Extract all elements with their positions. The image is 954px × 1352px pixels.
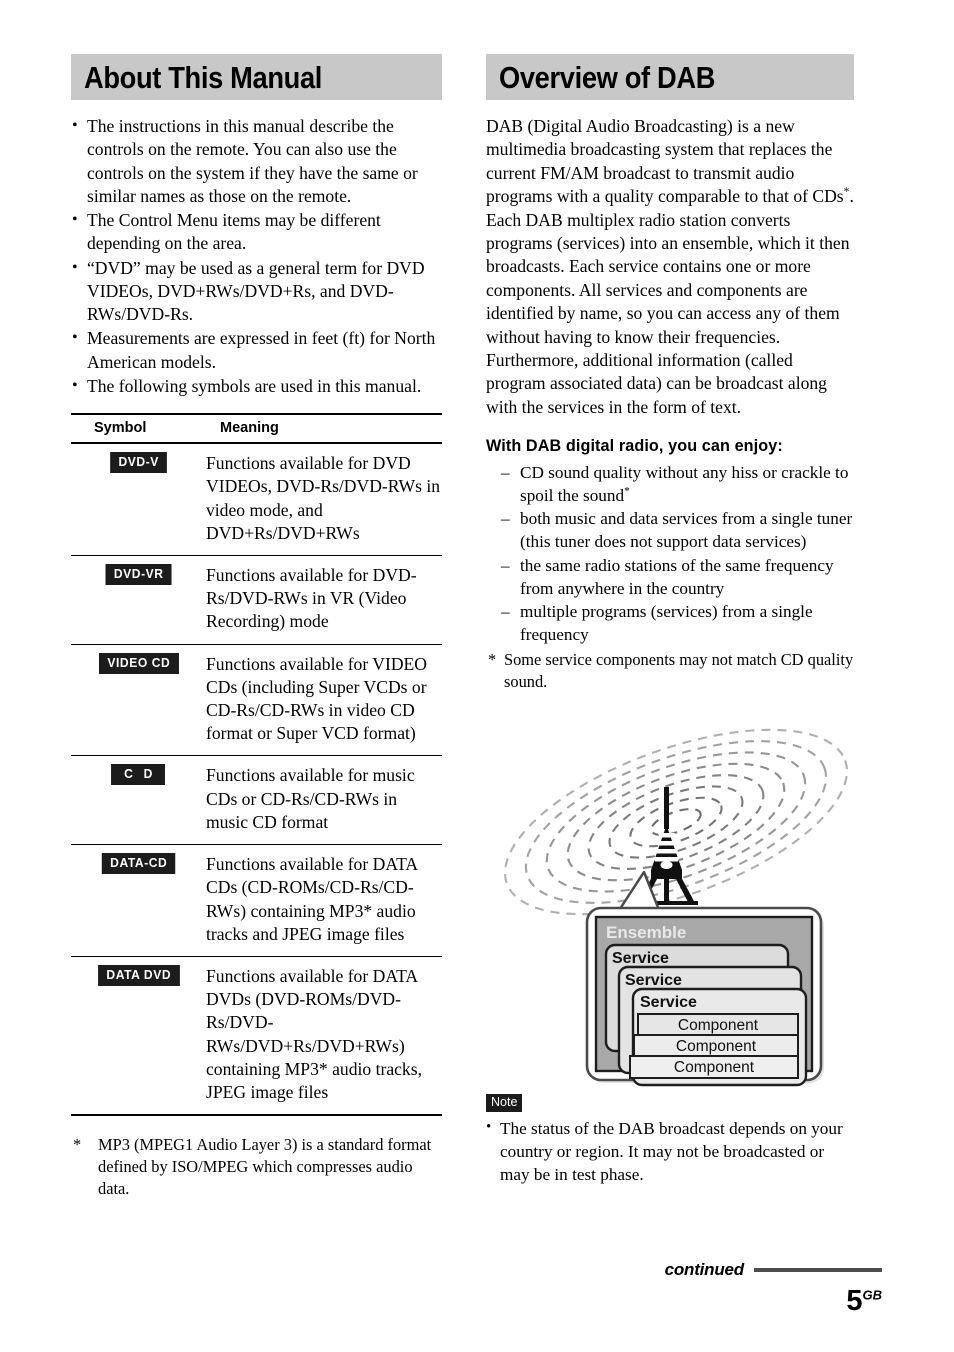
- component-label-3: Component: [674, 1059, 755, 1076]
- footnote-reference: *: [624, 485, 630, 498]
- list-item: multiple programs (services) from a sing…: [486, 601, 854, 646]
- mp3-footnote: * MP3 (MPEG1 Audio Layer 3) is a standar…: [71, 1134, 442, 1200]
- symbol-meaning-table: Symbol Meaning DVD-V Functions available…: [71, 413, 442, 1117]
- section-title: Overview of DAB: [499, 59, 716, 95]
- data-dvd-badge-icon: DATA DVD: [97, 965, 180, 986]
- component-box-1: Component: [637, 1012, 799, 1037]
- list-item: both music and data services from a sing…: [486, 508, 854, 553]
- continued-label: continued: [664, 1260, 745, 1279]
- dab-intro-text: DAB (Digital Audio Broadcasting) is a ne…: [486, 116, 844, 207]
- dab-multiplex-paragraph: Each DAB multiplex radio station convert…: [486, 209, 850, 417]
- dab-intro-tail: .: [849, 186, 854, 207]
- list-item: “DVD” may be used as a general term for …: [71, 257, 442, 327]
- table-row: DATA-CD Functions available for DATA CDs…: [71, 844, 442, 957]
- meaning-cell: Functions available for DATA DVDs (DVD-R…: [206, 956, 442, 1117]
- footer-divider: [754, 1268, 882, 1272]
- note-items: The status of the DAB broadcast depends …: [486, 1117, 854, 1186]
- component-box-3: Component: [629, 1054, 799, 1079]
- about-manual-bullet-list: The instructions in this manual describe…: [71, 115, 442, 398]
- service-label-1: Service: [612, 950, 669, 967]
- meaning-cell: Functions available for music CDs or CD-…: [206, 755, 442, 846]
- note-badge: Note: [486, 1093, 523, 1112]
- page-footer: continued 5GB: [482, 1260, 882, 1316]
- continued-row: continued: [482, 1260, 882, 1280]
- meaning-cell: Functions available for DVD VIDEOs, DVD-…: [206, 443, 442, 556]
- right-column: Overview of DAB DAB (Digital Audio Broad…: [486, 54, 854, 1186]
- cd-badge-icon: C D: [111, 764, 166, 786]
- note-block: Note The status of the DAB broadcast dep…: [486, 1093, 854, 1186]
- page-title: About This Manual: [84, 59, 323, 95]
- symbol-cell: DVD-VR: [71, 555, 206, 645]
- list-item: The instructions in this manual describe…: [71, 115, 442, 208]
- page-number: 5GB: [482, 1287, 882, 1316]
- dab-diagram-svg: Ensemble Service Service Service Compone…: [503, 728, 849, 1086]
- page-number-value: 5: [846, 1285, 863, 1317]
- dab-intro-paragraph: DAB (Digital Audio Broadcasting) is a ne…: [486, 115, 854, 209]
- meaning-cell: Functions available for VIDEO CDs (inclu…: [206, 644, 442, 757]
- column-header-symbol: Symbol: [71, 413, 206, 445]
- list-item: The status of the DAB broadcast depends …: [486, 1117, 854, 1186]
- service-label-2: Service: [625, 972, 682, 989]
- section-heading-about-this-manual: About This Manual: [71, 54, 442, 100]
- table-row: C D Functions available for music CDs or…: [71, 755, 442, 846]
- component-label-2: Component: [676, 1038, 757, 1055]
- symbol-cell: C D: [71, 755, 206, 846]
- table-row: DVD-V Functions available for DVD VIDEOs…: [71, 443, 442, 556]
- table-row: VIDEO CD Functions available for VIDEO C…: [71, 644, 442, 757]
- subsection-heading-enjoy: With DAB digital radio, you can enjoy:: [486, 437, 783, 456]
- footnote-text: MP3 (MPEG1 Audio Layer 3) is a standard …: [98, 1135, 432, 1199]
- component-box-2: Component: [633, 1033, 799, 1058]
- table-body: DVD-V Functions available for DVD VIDEOs…: [71, 443, 442, 1117]
- table-head: Symbol Meaning: [71, 413, 442, 445]
- list-item: Measurements are expressed in feet (ft) …: [71, 327, 442, 374]
- list-item: CD sound quality without any hiss or cra…: [486, 462, 854, 507]
- table-row: DATA DVD Functions available for DATA DV…: [71, 956, 442, 1117]
- benefit-text: both music and data services from a sing…: [520, 509, 853, 552]
- table-row: DVD-VR Functions available for DVD-Rs/DV…: [71, 555, 442, 645]
- list-item: the same radio stations of the same freq…: [486, 555, 854, 600]
- table-header-row: Symbol Meaning: [71, 413, 442, 445]
- data-cd-badge-icon: DATA-CD: [101, 853, 176, 875]
- dab-benefits-list: CD sound quality without any hiss or cra…: [486, 462, 854, 647]
- service-label-3: Service: [640, 994, 697, 1011]
- footnote-marker: *: [73, 1135, 82, 1155]
- footnote-text: Some service components may not match CD…: [504, 649, 854, 691]
- footnote-marker: *: [488, 649, 497, 669]
- manual-page: About This Manual The instructions in th…: [0, 0, 954, 1352]
- meaning-cell: Functions available for DATA CDs (CD-ROM…: [206, 844, 442, 957]
- meaning-cell: Functions available for DVD-Rs/DVD-RWs i…: [206, 555, 442, 645]
- symbol-cell: DVD-V: [71, 443, 206, 556]
- benefit-text: the same radio stations of the same freq…: [520, 555, 834, 598]
- benefit-text: CD sound quality without any hiss or cra…: [520, 463, 849, 505]
- dvd-vr-badge-icon: DVD-VR: [105, 563, 172, 585]
- video-cd-badge-icon: VIDEO CD: [98, 652, 179, 674]
- symbol-cell: DATA DVD: [71, 956, 206, 1117]
- dab-quality-footnote: * Some service components may not match …: [486, 649, 854, 693]
- section-heading-overview-of-dab: Overview of DAB: [486, 54, 854, 100]
- dvd-v-badge-icon: DVD-V: [109, 452, 168, 473]
- symbol-cell: VIDEO CD: [71, 644, 206, 757]
- component-label-1: Component: [678, 1017, 759, 1034]
- page-region-code: GB: [862, 1287, 883, 1303]
- list-item: The following symbols are used in this m…: [71, 375, 442, 398]
- list-item: The Control Menu items may be different …: [71, 209, 442, 256]
- symbol-cell: DATA-CD: [71, 844, 206, 957]
- benefit-text: multiple programs (services) from a sing…: [520, 602, 813, 644]
- ensemble-label: Ensemble: [606, 923, 686, 942]
- dab-ensemble-diagram: Ensemble Service Service Service Compone…: [486, 707, 854, 1087]
- left-column: About This Manual The instructions in th…: [71, 54, 442, 1200]
- column-header-meaning: Meaning: [206, 413, 442, 445]
